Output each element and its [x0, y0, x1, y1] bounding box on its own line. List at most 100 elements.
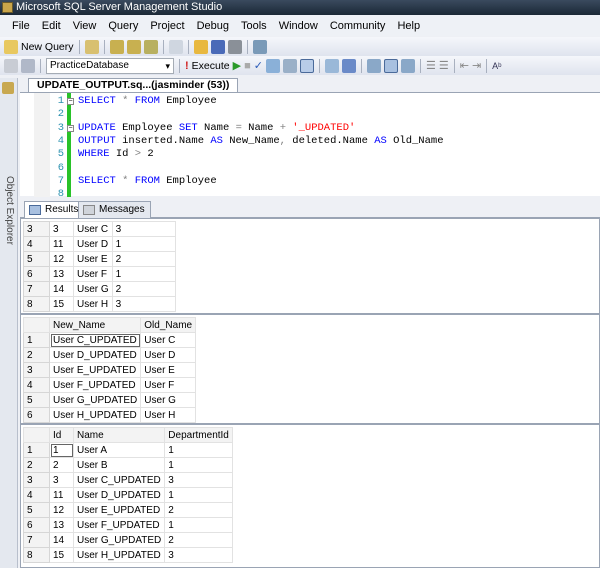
table-cell[interactable]: User D_UPDATED	[72, 487, 166, 503]
results-grid-2[interactable]: New_Name Old_Name 1 User C_UPDATED User C 2 Us…	[20, 314, 600, 424]
table-cell[interactable]: User G	[140, 392, 197, 408]
results-to-text-icon[interactable]	[366, 58, 381, 73]
row-number[interactable]: 6	[23, 407, 50, 423]
row-number[interactable]: 3	[23, 221, 50, 237]
table-cell[interactable]: 2	[164, 532, 233, 548]
table-cell[interactable]: User H	[73, 296, 113, 312]
table-cell[interactable]: User F_UPDATED	[72, 517, 166, 533]
column-header[interactable]: Id	[49, 427, 74, 443]
table-cell[interactable]: 13	[49, 517, 74, 533]
row-number[interactable]: 1	[23, 332, 50, 348]
connect-icon[interactable]	[4, 58, 18, 73]
row-number[interactable]: 2	[23, 347, 50, 363]
table-cell[interactable]: User C	[140, 332, 197, 348]
table-cell[interactable]: User G_UPDATED	[48, 392, 142, 408]
execute-button[interactable]: Execute	[192, 60, 230, 72]
table-row[interactable]: 4 User F_UPDATED User F	[23, 377, 197, 393]
debug-icon[interactable]: ▶	[233, 59, 241, 72]
table-cell[interactable]: 1	[164, 487, 233, 503]
table-row[interactable]: 1 User C_UPDATED User C	[23, 332, 197, 348]
document-tab[interactable]: UPDATE_OUTPUT.sq...(jasminder (53))	[28, 78, 239, 92]
activity-monitor-icon[interactable]	[252, 39, 267, 54]
table-cell[interactable]: User G	[73, 281, 113, 297]
table-cell[interactable]: 1	[164, 457, 233, 473]
object-explorer-tab[interactable]: Object Explorer	[4, 176, 15, 245]
tab-results[interactable]: Results	[24, 201, 85, 218]
row-number[interactable]: 5	[23, 502, 50, 518]
row-number[interactable]: 7	[23, 281, 50, 297]
table-cell[interactable]: User C_UPDATED	[48, 332, 142, 348]
menu-community[interactable]: Community	[324, 20, 392, 32]
table-cell[interactable]: 15	[49, 547, 74, 563]
table-cell[interactable]: 3	[111, 221, 176, 237]
table-cell[interactable]: 2	[111, 251, 176, 267]
results-grid-icon[interactable]	[383, 58, 398, 73]
new-file-icon[interactable]	[84, 39, 99, 54]
row-number[interactable]: 3	[23, 362, 50, 378]
column-header[interactable]: New_Name	[48, 317, 142, 333]
table-cell[interactable]: 2	[111, 281, 176, 297]
menu-view[interactable]: View	[67, 20, 103, 32]
table-cell[interactable]: 12	[49, 502, 74, 518]
table-row[interactable]: 8 15 User H3	[23, 296, 176, 312]
table-cell[interactable]: User B	[72, 457, 166, 473]
table-cell[interactable]: 1	[111, 236, 176, 252]
table-cell[interactable]: User G_UPDATED	[72, 532, 166, 548]
row-number[interactable]: 4	[23, 487, 50, 503]
table-cell[interactable]: User C_UPDATED	[72, 472, 166, 488]
table-cell[interactable]: 11	[49, 487, 74, 503]
table-cell[interactable]: User H	[140, 407, 197, 423]
table-row[interactable]: 6 User H_UPDATED User H	[23, 407, 197, 423]
table-cell[interactable]: User D	[140, 347, 197, 363]
row-number[interactable]: 6	[23, 517, 50, 533]
row-number[interactable]: 8	[23, 296, 50, 312]
table-row[interactable]: 5 12 User E2	[23, 251, 176, 267]
table-row[interactable]: 3 3 User C_UPDATED 3	[23, 472, 233, 488]
table-cell[interactable]: 1	[111, 266, 176, 282]
table-row[interactable]: 3 User E_UPDATED User E	[23, 362, 197, 378]
table-row[interactable]: 4 11 User D_UPDATED 1	[23, 487, 233, 503]
column-header[interactable]	[23, 317, 50, 333]
column-header[interactable]	[23, 427, 50, 443]
results-to-file-icon[interactable]	[400, 58, 415, 73]
results-grid-1[interactable]: 3 3 User C 3 4 11 User D 1 5 12 User E 2 6 13 User F17…	[20, 218, 600, 314]
table-cell[interactable]: User F	[140, 377, 197, 393]
table-cell[interactable]: User E	[73, 251, 113, 267]
comment-icon[interactable]: ☰	[426, 59, 436, 72]
db-query-icon[interactable]	[109, 39, 124, 54]
database-select[interactable]: PracticeDatabase	[46, 57, 174, 74]
table-cell[interactable]: User F_UPDATED	[48, 377, 142, 393]
table-cell[interactable]: 1	[164, 442, 233, 458]
table-cell[interactable]: User D	[73, 236, 113, 252]
menu-debug[interactable]: Debug	[191, 20, 235, 32]
results-grid-3[interactable]: Id Name DepartmentId 1 1 User A 1 2 2 User B 1 3 3 Us…	[20, 424, 600, 568]
column-header[interactable]: Old_Name	[140, 317, 197, 333]
results-to-grid-icon[interactable]	[299, 58, 314, 73]
specify-values-icon[interactable]: Aᵇ	[492, 61, 501, 71]
table-row[interactable]: 2 2 User B1	[23, 457, 233, 473]
table-row[interactable]: 2 User D_UPDATED User D	[23, 347, 197, 363]
table-cell[interactable]: User E_UPDATED	[72, 502, 166, 518]
table-cell[interactable]: 15	[49, 296, 74, 312]
table-row[interactable]: 1 1 User A1	[23, 442, 233, 458]
menu-query[interactable]: Query	[102, 20, 144, 32]
table-cell[interactable]: 11	[49, 236, 74, 252]
table-cell[interactable]: 2	[49, 457, 74, 473]
table-cell[interactable]: User H_UPDATED	[48, 407, 142, 423]
change-connection-icon[interactable]	[21, 58, 35, 73]
tab-messages[interactable]: Messages	[78, 201, 151, 218]
table-cell[interactable]: User A	[72, 442, 166, 458]
table-cell[interactable]: User H_UPDATED	[72, 547, 166, 563]
menu-help[interactable]: Help	[391, 20, 426, 32]
increase-indent-icon[interactable]: ⇥	[472, 59, 481, 72]
uncomment-icon[interactable]: ☰	[439, 59, 449, 72]
table-cell[interactable]: 14	[49, 532, 74, 548]
row-number[interactable]: 5	[23, 251, 50, 267]
table-cell[interactable]: User E_UPDATED	[48, 362, 142, 378]
client-stats-icon[interactable]	[341, 58, 356, 73]
parse-icon[interactable]: ✓	[254, 59, 263, 72]
table-cell[interactable]: 12	[49, 251, 74, 267]
analysis-query-icon[interactable]	[126, 39, 141, 54]
fold-toggle-icon[interactable]: −	[67, 98, 74, 105]
menu-edit[interactable]: Edit	[36, 20, 67, 32]
